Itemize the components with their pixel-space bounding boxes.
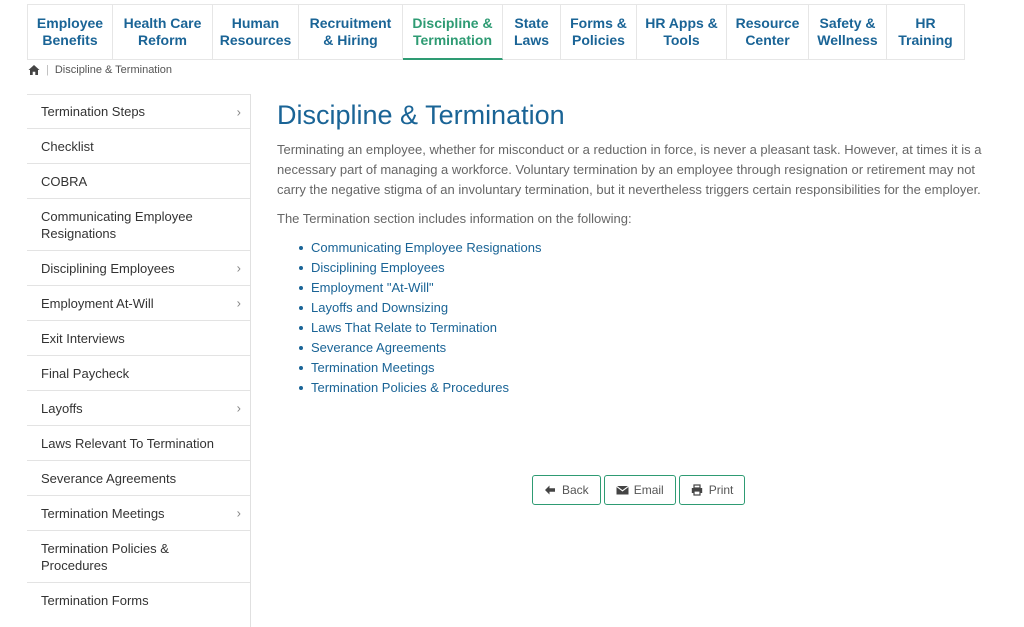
sidebar-item-termination-steps[interactable]: Termination Steps › (27, 94, 250, 129)
nav-tab-hr-training[interactable]: HR Training (887, 5, 965, 60)
sidebar-item-label: Termination Steps (41, 104, 146, 119)
topic-link[interactable]: Employment "At-Will" (299, 278, 1002, 298)
nav-tab-discipline-termination[interactable]: Discipline & Termination (403, 5, 503, 60)
sidebar-item-label: Disciplining Employees (41, 260, 175, 276)
sidebar-item-label: Employment At-Will (41, 295, 154, 311)
home-icon[interactable] (28, 64, 40, 76)
top-navigation: Employee Benefits Health Care Reform Hum… (27, 4, 965, 60)
sidebar-item-communicating-resignations[interactable]: Communicating Employee Resignations (27, 199, 250, 251)
sidebar-item-label: Communicating Employee Resignations (41, 208, 193, 241)
sidebar-item-disciplining-employees[interactable]: Disciplining Employees › (27, 251, 250, 286)
sidebar-item-label: Laws Relevant To Termination (41, 435, 214, 451)
sidebar-item-final-paycheck[interactable]: Final Paycheck (27, 356, 250, 391)
sidebar-item-label: Termination Meetings (41, 505, 165, 521)
back-button[interactable]: Back (532, 475, 601, 505)
print-button[interactable]: Print (678, 475, 746, 505)
sidebar-item-label: Final Paycheck (41, 365, 130, 381)
list-intro: The Termination section includes informa… (277, 211, 632, 226)
chevron-right-icon: › (236, 400, 241, 416)
nav-tab-forms-policies[interactable]: Forms & Policies (561, 5, 637, 60)
nav-tab-hr-apps-tools[interactable]: HR Apps & Tools (637, 5, 727, 60)
email-label: Email (633, 483, 664, 497)
main-content: Discipline & Termination Terminating an … (277, 98, 1002, 398)
sidebar-item-label: Layoffs (41, 400, 83, 416)
sidebar-item-label: Severance Agreements (41, 470, 177, 486)
topic-link[interactable]: Laws That Relate to Termination (299, 318, 1002, 338)
intro-paragraph: Terminating an employee, whether for mis… (277, 142, 982, 197)
arrow-left-icon (544, 484, 556, 496)
chevron-right-icon: › (236, 104, 241, 119)
back-label: Back (562, 483, 589, 497)
sidebar-item-laws-relevant[interactable]: Laws Relevant To Termination (27, 426, 250, 461)
nav-tab-recruitment-hiring[interactable]: Recruitment & Hiring (299, 5, 403, 60)
topic-link[interactable]: Disciplining Employees (299, 258, 1002, 278)
nav-tab-resource-center[interactable]: Resource Center (727, 5, 809, 60)
chevron-right-icon: › (236, 295, 241, 311)
sidebar-item-label: Termination Forms (41, 593, 149, 608)
breadcrumb-current: Discipline & Termination (54, 64, 173, 76)
sidebar-item-label: COBRA (41, 173, 88, 189)
page-title: Discipline & Termination (277, 100, 565, 130)
sidebar-item-label: Checklist (41, 138, 94, 154)
print-label: Print (708, 483, 734, 497)
sidebar-item-layoffs[interactable]: Layoffs › (27, 391, 250, 426)
sidebar-item-termination-policies[interactable]: Termination Policies & Procedures (27, 531, 250, 583)
topic-link[interactable]: Termination Policies & Procedures (299, 378, 1002, 398)
envelope-icon (615, 484, 629, 496)
topic-link[interactable]: Layoffs and Downsizing (299, 298, 1002, 318)
nav-tab-human-resources[interactable]: Human Resources (213, 5, 299, 60)
topic-link[interactable]: Communicating Employee Resignations (299, 238, 1002, 258)
sidebar-item-cobra[interactable]: COBRA (27, 164, 250, 199)
sidebar-item-termination-forms[interactable]: Termination Forms (27, 583, 250, 618)
chevron-right-icon: › (236, 505, 241, 521)
topic-link-list: Communicating Employee Resignations Disc… (299, 238, 1002, 398)
sidebar-item-exit-interviews[interactable]: Exit Interviews (27, 321, 250, 356)
sidebar-item-checklist[interactable]: Checklist (27, 129, 250, 164)
nav-tab-safety-wellness[interactable]: Safety & Wellness (809, 5, 887, 60)
action-buttons: Back Email Print (532, 475, 746, 505)
breadcrumb: | Discipline & Termination (28, 64, 172, 76)
sidebar-item-employment-at-will[interactable]: Employment At-Will › (27, 286, 250, 321)
topic-link[interactable]: Severance Agreements (299, 338, 1002, 358)
sidebar-item-label: Termination Policies & Procedures (41, 540, 169, 573)
nav-tab-employee-benefits[interactable]: Employee Benefits (27, 5, 113, 60)
topic-link[interactable]: Termination Meetings (299, 358, 1002, 378)
nav-tab-state-laws[interactable]: State Laws (503, 5, 561, 60)
sidebar-item-label: Exit Interviews (41, 330, 125, 346)
sidebar-item-severance-agreements[interactable]: Severance Agreements (27, 461, 250, 496)
printer-icon (691, 484, 703, 496)
chevron-right-icon: › (236, 260, 241, 276)
nav-tab-health-care-reform[interactable]: Health Care Reform (113, 5, 213, 60)
sidebar-item-termination-meetings[interactable]: Termination Meetings › (27, 496, 250, 531)
sidebar-menu: Termination Steps › Checklist COBRA Comm… (27, 94, 251, 627)
email-button[interactable]: Email (603, 475, 676, 505)
breadcrumb-separator: | (46, 64, 49, 76)
